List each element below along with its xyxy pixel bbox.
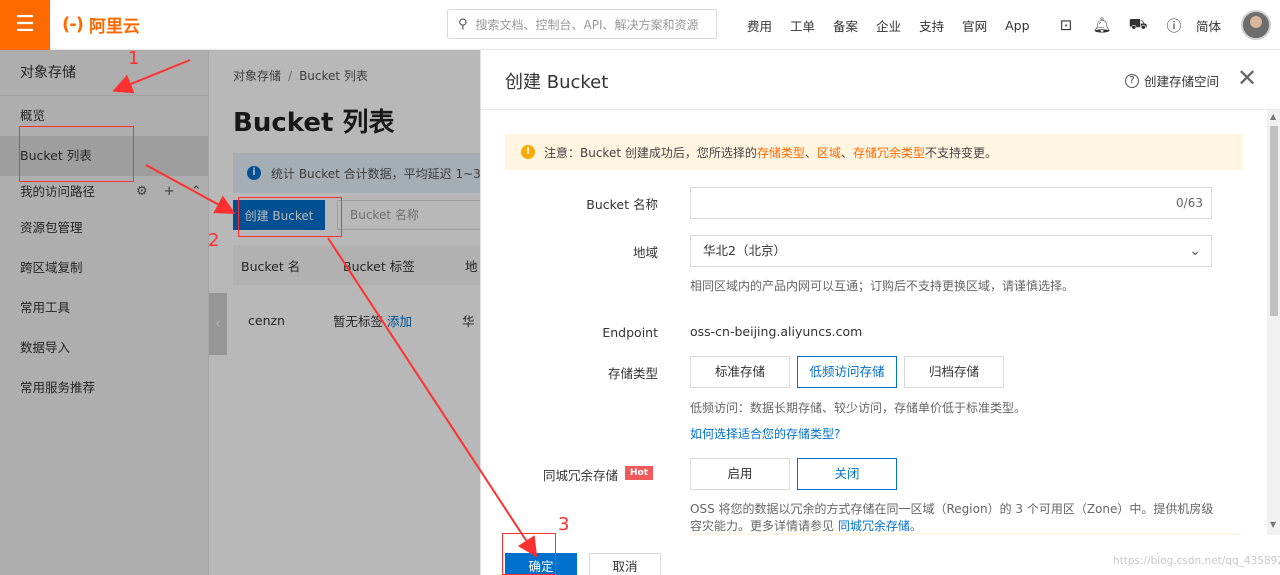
warning-hl-storage-type: 存储类型: [756, 145, 805, 160]
close-icon[interactable]: ✕: [1237, 64, 1257, 92]
storage-type-label: 存储类型: [607, 366, 658, 381]
redundancy-help-end: 。: [909, 519, 922, 533]
nav-enterprise[interactable]: 企业: [876, 16, 901, 35]
redundancy-label: 同城冗余存储: [542, 468, 618, 483]
modal-overlay[interactable]: [0, 50, 480, 575]
warning-prefix: 注意：Bucket 创建成功后，您所选择的: [544, 145, 757, 160]
help-link-text: 创建存储空间: [1144, 74, 1220, 89]
storage-type-guide-link[interactable]: 如何选择适合您的存储类型?: [690, 425, 840, 442]
top-navbar: ☰ (-) 阿里云 ⚲ 搜索文档、控制台、API、解决方案和资源 费用 工单 备…: [0, 0, 1280, 50]
bell-icon[interactable]: 🔔︎: [1084, 16, 1120, 34]
drawer-header: 创建 Bucket ? 创建存储空间 ✕: [481, 50, 1280, 110]
confirm-button[interactable]: 确定: [505, 553, 577, 575]
search-input[interactable]: ⚲ 搜索文档、控制台、API、解决方案和资源: [447, 9, 717, 39]
menu-icon[interactable]: ☰: [0, 0, 50, 50]
nav-website[interactable]: 官网: [962, 16, 987, 35]
region-value: 华北2（北京）: [703, 243, 786, 258]
warning-sep-1: 、: [804, 145, 817, 160]
redundancy-help-text: 容灾能力。更多详情请参见: [690, 519, 835, 533]
region-label: 地域: [632, 245, 658, 260]
scroll-up-icon[interactable]: ▲: [1270, 112, 1276, 121]
nav-support[interactable]: 支持: [919, 16, 944, 35]
endpoint-label: Endpoint: [602, 325, 658, 340]
logo-mark: (-): [62, 14, 84, 35]
endpoint-value: oss-cn-beijing.aliyuncs.com: [690, 324, 863, 339]
warning-icon: !: [521, 145, 535, 159]
watermark: https://blog.csdn.net/qq_43589241: [1113, 555, 1280, 567]
scrollbar-thumb[interactable]: [1270, 126, 1278, 316]
create-bucket-drawer: 创建 Bucket ? 创建存储空间 ✕ ! 注意：Bucket 创建成功后，您…: [480, 50, 1280, 575]
language-switch[interactable]: 简体: [1196, 16, 1221, 35]
warning-suffix: 不支持变更。: [924, 145, 997, 160]
bucket-name-label: Bucket 名称: [586, 197, 658, 212]
redundancy-disable-option[interactable]: 关闭: [797, 458, 897, 490]
storage-archive-option[interactable]: 归档存储: [904, 356, 1004, 388]
redundancy-help-1: OSS 将您的数据以冗余的方式存储在同一区域（Region）的 3 个可用区（Z…: [690, 502, 1214, 516]
terminal-icon[interactable]: ⊡: [1048, 16, 1084, 34]
aliyun-logo[interactable]: (-) 阿里云: [62, 12, 140, 37]
bucket-name-counter: 0/63: [1176, 196, 1203, 210]
avatar[interactable]: [1241, 10, 1271, 40]
nav-app[interactable]: App: [1005, 18, 1029, 33]
warning-hl-region: 区域: [816, 145, 841, 160]
storage-standard-option[interactable]: 标准存储: [690, 356, 790, 388]
warning-banner: ! 注意：Bucket 创建成功后，您所选择的 存储类型 、 区域 、 存储冗余…: [505, 134, 1243, 170]
warning-hl-redundancy: 存储冗余类型: [852, 145, 925, 160]
bucket-name-input[interactable]: 0/63: [690, 187, 1212, 219]
logo-text: 阿里云: [88, 17, 140, 37]
top-icons: ⊡ 🔔︎ ⛟ ⓘ: [1048, 0, 1192, 50]
drawer-scrollbar[interactable]: ▲ ▼: [1267, 110, 1280, 535]
nav-fees[interactable]: 费用: [747, 16, 772, 35]
warning-sep-2: 、: [840, 145, 853, 160]
question-icon: ?: [1125, 73, 1139, 88]
nav-tickets[interactable]: 工单: [790, 16, 815, 35]
region-select[interactable]: 华北2（北京） ⌄: [690, 235, 1212, 267]
scroll-down-icon[interactable]: ▼: [1270, 520, 1276, 529]
top-nav-links: 费用 工单 备案 企业 支持 官网 App: [738, 0, 1039, 50]
drawer-footer: 确定 取消 https://blog.csdn.net/qq_43589241: [481, 535, 1280, 575]
region-help: 相同区域内的产品内网可以互通；订购后不支持更换区域，请谨慎选择。: [690, 279, 1075, 293]
help-icon[interactable]: ⓘ: [1156, 15, 1192, 36]
storage-type-guide-text: 如何选择适合您的存储类型?: [690, 427, 841, 441]
chevron-down-icon: ⌄: [1189, 243, 1201, 259]
hot-badge: Hot: [625, 466, 654, 480]
redundancy-enable-option[interactable]: 启用: [690, 458, 790, 490]
cancel-button[interactable]: 取消: [589, 553, 661, 575]
redundancy-doc-link[interactable]: 同城冗余存储: [838, 519, 910, 533]
help-link[interactable]: ? 创建存储空间: [1125, 71, 1219, 90]
drawer-title: 创建 Bucket: [505, 72, 609, 93]
search-icon: ⚲: [458, 16, 468, 32]
search-placeholder: 搜索文档、控制台、API、解决方案和资源: [475, 17, 699, 32]
storage-help: 低频访问：数据长期存储、较少访问，存储单价低于标准类型。: [690, 401, 1027, 415]
storage-ia-option[interactable]: 低频访问存储: [797, 356, 897, 388]
redundancy-help-2: 容灾能力。更多详情请参见 同城冗余存储。: [690, 517, 922, 534]
nav-icp[interactable]: 备案: [833, 16, 858, 35]
cart-icon[interactable]: ⛟: [1120, 15, 1156, 35]
